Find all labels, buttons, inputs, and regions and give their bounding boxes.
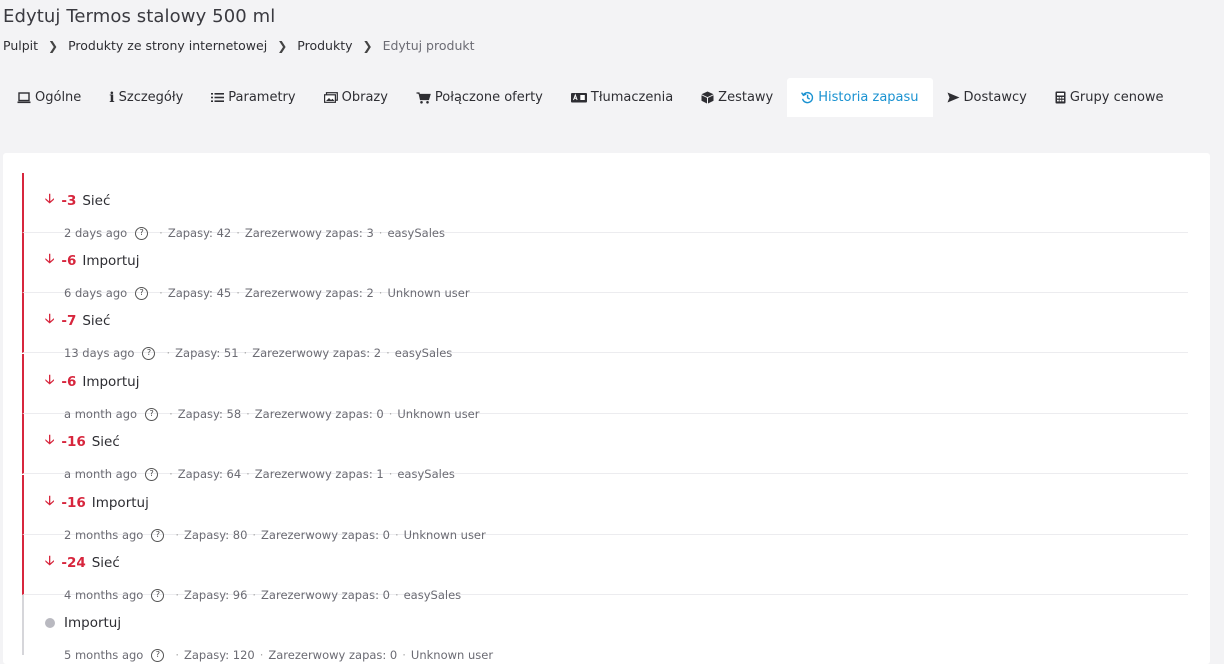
arrow-down-icon: 🡣 [45, 192, 55, 207]
history-entry: 🡣 -16 Importuj 2 months ago ? · Zapasy: … [22, 475, 1188, 542]
entry-action: Importuj [64, 615, 122, 631]
tab-label: Ogólne [35, 90, 82, 105]
entry-action: Sieć [82, 193, 111, 209]
tab-label: Tłumaczenia [590, 90, 674, 105]
arrow-down-icon: 🡣 [45, 312, 55, 327]
list-icon [211, 92, 225, 103]
breadcrumb: Pulpit ❯ Produkty ze strony internetowej… [3, 38, 475, 53]
chevron-right-icon: ❯ [277, 38, 288, 53]
laptop-icon [17, 91, 31, 104]
history-entry: Importuj 5 months ago ? · Zapasy: 120 · … [22, 595, 1188, 662]
tab-label: Obrazy [341, 90, 388, 105]
arrow-down-icon: 🡣 [45, 494, 55, 509]
calculator-icon [1055, 91, 1066, 104]
tab-label: Zestawy [718, 90, 774, 105]
history-entry: 🡣 -7 Sieć 13 days ago ? · Zapasy: 51 · Z… [22, 293, 1188, 360]
arrow-down-icon: 🡣 [45, 433, 55, 448]
tab-suppliers[interactable]: Dostawcy [933, 78, 1041, 117]
entry-action: Importuj [82, 374, 140, 390]
arrow-down-icon: 🡣 [45, 554, 55, 569]
entry-time: 5 months ago [64, 648, 144, 662]
tab-bar: Ogólne i Szczegóły Parametry Obrazy Połą… [3, 78, 1213, 117]
tab-stock-history[interactable]: Historia zapasu [787, 78, 933, 117]
tab-general[interactable]: Ogólne [3, 78, 95, 117]
breadcrumb-link-products[interactable]: Produkty [297, 38, 352, 53]
chevron-right-icon: ❯ [48, 38, 59, 53]
page-title: Edytuj Termos stalowy 500 ml [3, 6, 276, 27]
images-icon [323, 92, 338, 103]
stock-delta: -24 [61, 555, 86, 571]
stock-delta: -16 [61, 434, 86, 450]
tab-label: Parametry [228, 90, 296, 105]
chevron-right-icon: ❯ [362, 38, 373, 53]
stock-delta: -6 [61, 374, 77, 390]
stock-delta: -6 [61, 253, 77, 269]
box-icon [701, 91, 714, 104]
stock-delta: -3 [61, 193, 77, 209]
history-entry: 🡣 -6 Importuj 6 days ago ? · Zapasy: 45 … [22, 233, 1188, 300]
tab-parameters[interactable]: Parametry [197, 78, 309, 117]
stock-delta: -7 [61, 313, 77, 329]
entry-action: Sieć [91, 434, 120, 450]
tab-bundles[interactable]: Zestawy [687, 78, 787, 117]
tab-label: Dostawcy [963, 90, 1027, 105]
entry-stock: Zapasy: 120 [183, 648, 255, 662]
tab-linked-offers[interactable]: Połączone oferty [402, 78, 557, 117]
breadcrumb-link-pulpit[interactable]: Pulpit [3, 38, 38, 53]
info-icon: i [109, 89, 115, 106]
tab-label: Grupy cenowe [1069, 90, 1164, 105]
tab-price-groups[interactable]: Grupy cenowe [1041, 78, 1178, 117]
help-icon[interactable]: ? [151, 648, 165, 662]
tab-label: Historia zapasu [818, 90, 919, 105]
entry-action: Sieć [82, 313, 111, 329]
language-icon [570, 92, 587, 103]
history-entry: 🡣 -24 Sieć 4 months ago ? · Zapasy: 96 ·… [22, 535, 1188, 602]
history-entry: 🡣 -3 Sieć 2 days ago ? · Zapasy: 42 · Za… [22, 173, 1188, 240]
neutral-dot-icon [45, 618, 55, 628]
history-entry: 🡣 -6 Importuj a month ago ? · Zapasy: 58… [22, 354, 1188, 421]
send-icon [947, 92, 960, 103]
separator-dot: · [175, 648, 179, 662]
breadcrumb-current: Edytuj produkt [382, 38, 475, 53]
tab-details[interactable]: i Szczegóły [95, 78, 197, 117]
entry-user: Unknown user [410, 648, 494, 662]
tab-translations[interactable]: Tłumaczenia [557, 78, 687, 117]
history-icon [801, 91, 814, 104]
tab-images[interactable]: Obrazy [310, 78, 402, 117]
arrow-down-icon: 🡣 [45, 252, 55, 267]
tab-label: Szczegóły [118, 90, 184, 105]
tab-label: Połączone oferty [434, 90, 543, 105]
arrow-down-icon: 🡣 [45, 373, 55, 388]
history-entry: 🡣 -16 Sieć a month ago ? · Zapasy: 64 · … [22, 414, 1188, 481]
stock-delta: -16 [61, 495, 86, 511]
separator-dot: · [259, 648, 264, 662]
entry-action: Sieć [91, 555, 120, 571]
stock-history-panel: 🡣 -3 Sieć 2 days ago ? · Zapasy: 42 · Za… [3, 153, 1210, 664]
breadcrumb-link-web-products[interactable]: Produkty ze strony internetowej [68, 38, 267, 53]
separator-dot: · [402, 648, 406, 662]
cart-icon [416, 91, 431, 104]
entry-action: Importuj [91, 495, 149, 511]
entry-action: Importuj [82, 253, 140, 269]
entry-reserved: Zarezerwowy zapas: 0 [268, 648, 398, 662]
